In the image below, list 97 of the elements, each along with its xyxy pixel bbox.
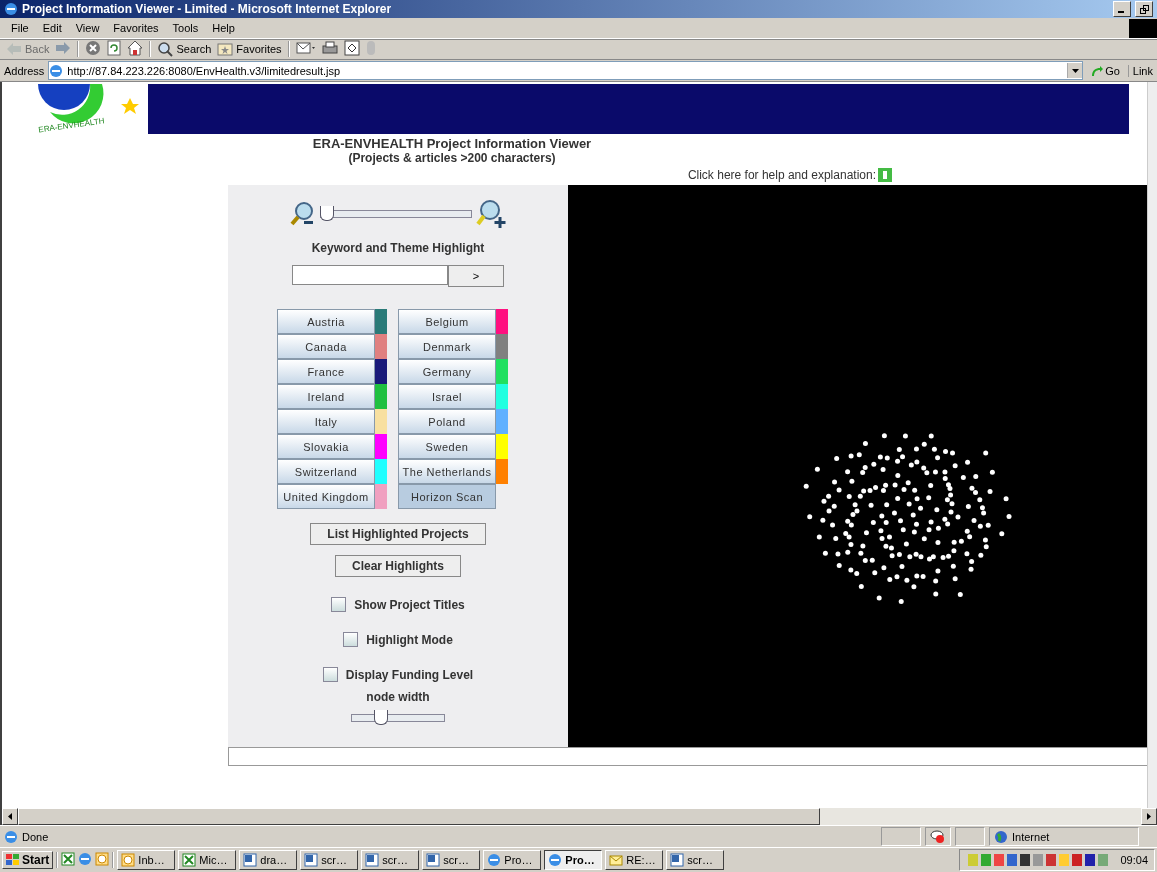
search-icon[interactable] — [157, 41, 174, 57]
spreadsheet-icon — [182, 853, 197, 867]
browser-icon — [4, 2, 18, 16]
country-button[interactable]: Austria — [277, 309, 375, 334]
restore-icon — [1139, 4, 1149, 14]
list-projects-button[interactable]: List Highlighted Projects — [310, 523, 486, 545]
country-button[interactable]: Poland — [398, 409, 496, 434]
address-field[interactable]: http://87.84.223.226:8080/EnvHealth.v3/limitedresult.jsp — [48, 61, 1084, 80]
globe-icon — [994, 829, 1008, 844]
slider-thumb[interactable] — [319, 206, 334, 221]
country-button[interactable]: Slovakia — [277, 434, 375, 459]
taskbar-button[interactable]: Mic… — [178, 850, 237, 870]
help-icon[interactable] — [878, 168, 892, 182]
taskbar-button[interactable]: Pro… — [544, 850, 603, 870]
browser-icon — [548, 853, 563, 867]
start-button[interactable]: Start — [2, 851, 54, 869]
taskbar-button[interactable]: RE:… — [605, 850, 664, 870]
browser-icon — [4, 829, 18, 844]
help-link[interactable]: Click here for help and explanation: — [687, 168, 876, 182]
scroll-left-icon[interactable] — [8, 813, 12, 820]
country-button[interactable]: The Netherlands — [398, 459, 496, 484]
page-subtitle: (Projects & articles >200 characters) — [348, 151, 556, 165]
minimize-button[interactable] — [1113, 1, 1131, 17]
checkbox-label: Display Funding Level — [345, 667, 474, 682]
taskbar-button[interactable]: scr… — [666, 850, 725, 870]
checkbox[interactable] — [322, 667, 338, 682]
submit-button[interactable]: > — [448, 265, 504, 287]
country-button[interactable]: Horizon Scan — [398, 484, 496, 509]
checkbox[interactable] — [343, 632, 359, 647]
zoom-out-icon[interactable] — [290, 201, 316, 227]
browser-icon — [487, 853, 502, 867]
country-button[interactable]: Germany — [398, 359, 496, 384]
spreadsheet-icon — [61, 851, 76, 866]
menu-item[interactable]: Help — [205, 22, 242, 34]
taskbar-button[interactable]: Pro… — [483, 850, 542, 870]
clock-icon — [95, 851, 110, 866]
menu-item[interactable]: Edit — [35, 22, 69, 34]
clock-icon — [121, 853, 136, 867]
slider-thumb[interactable] — [373, 710, 388, 725]
zoom-in-icon[interactable] — [476, 199, 506, 229]
checkbox-label: Highlight Mode — [366, 632, 453, 647]
taskbar-button[interactable]: scr… — [361, 850, 420, 870]
windows-logo-icon — [1129, 18, 1157, 38]
links-label[interactable]: Link — [1127, 64, 1153, 77]
country-button[interactable]: Italy — [277, 409, 375, 434]
taskbar-button[interactable]: dra… — [239, 850, 298, 870]
clear-highlights-button[interactable]: Clear Highlights — [335, 555, 461, 577]
scroll-right-icon[interactable] — [1147, 813, 1151, 820]
clock: 09:04 — [1120, 854, 1148, 866]
document-icon — [670, 853, 685, 867]
document-icon — [426, 853, 441, 867]
country-button[interactable]: Sweden — [398, 434, 496, 459]
star-folder-icon[interactable] — [217, 42, 234, 56]
keyword-field[interactable] — [292, 265, 448, 285]
document-icon — [365, 853, 380, 867]
country-button[interactable]: Israel — [398, 384, 496, 409]
document-icon — [304, 853, 319, 867]
section-label: Keyword and Theme Highlight — [311, 241, 485, 255]
menu-item[interactable]: File — [4, 22, 36, 34]
browser-icon — [78, 851, 93, 866]
checkbox[interactable] — [331, 597, 347, 612]
document-icon — [243, 853, 258, 867]
country-button[interactable]: Switzerland — [277, 459, 375, 484]
privacy-icon[interactable] — [925, 827, 951, 846]
text-field[interactable] — [228, 747, 1147, 766]
checkbox-label: Show Project Titles — [354, 597, 465, 612]
country-button[interactable]: Belgium — [398, 309, 496, 334]
go-arrow-icon — [1091, 64, 1104, 77]
go-button[interactable]: Go — [1087, 64, 1124, 77]
window-title: Project Information Viewer - Limited - Microsoft Internet Explorer — [22, 2, 393, 16]
favorites-button[interactable]: Favorites — [217, 42, 282, 56]
windows-logo-icon — [6, 854, 20, 866]
status-panel — [881, 827, 921, 846]
search-button[interactable]: Search — [157, 41, 212, 57]
page-title: ERA-ENVHEALTH Project Information Viewer — [312, 136, 592, 151]
address-label: Address — [4, 64, 45, 77]
horizontal-scrollbar[interactable] — [0, 808, 1157, 825]
vertical-scrollbar[interactable] — [1147, 82, 1157, 808]
node-width-label: node width — [366, 690, 430, 704]
taskbar-button[interactable]: scr… — [422, 850, 481, 870]
status-panel — [955, 827, 985, 846]
zone-label: Internet — [1012, 830, 1050, 843]
browser-icon — [49, 63, 64, 78]
envelope-icon — [609, 853, 624, 867]
taskbar-button[interactable]: scr… — [300, 850, 359, 870]
taskbar-button[interactable]: Inb… — [117, 850, 176, 870]
country-button[interactable]: Ireland — [277, 384, 375, 409]
menu-item[interactable]: Tools — [165, 22, 206, 34]
country-button[interactable]: Denmark — [398, 334, 496, 359]
menu-item[interactable]: Favorites — [106, 22, 166, 34]
country-button[interactable]: Canada — [277, 334, 375, 359]
country-button[interactable]: United Kingdom — [277, 484, 375, 509]
status-text: Done — [22, 830, 50, 843]
country-button[interactable]: France — [277, 359, 375, 384]
menu-item[interactable]: View — [68, 22, 107, 34]
restore-button[interactable] — [1135, 1, 1153, 17]
calendar-icon[interactable] — [95, 851, 110, 869]
